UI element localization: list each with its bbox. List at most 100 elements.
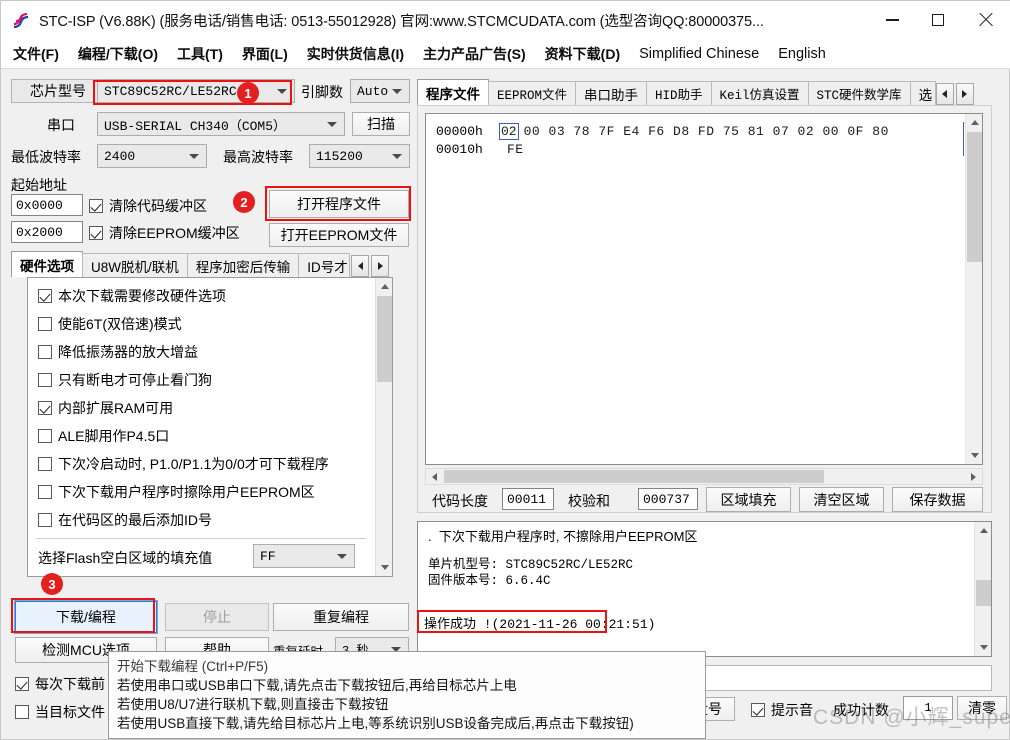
clear-area-button[interactable]: 清空区域 bbox=[799, 487, 884, 512]
open-program-file-button[interactable]: 打开程序文件 bbox=[269, 190, 409, 218]
chevron-up-icon bbox=[971, 120, 979, 125]
chevron-down-icon bbox=[277, 89, 287, 94]
save-data-button[interactable]: 保存数据 bbox=[892, 487, 983, 512]
scroll-right-button[interactable] bbox=[965, 469, 982, 484]
checkbox-icon bbox=[38, 513, 52, 527]
scroll-down-button[interactable] bbox=[376, 559, 393, 576]
right-tab-prev-button[interactable] bbox=[936, 83, 954, 105]
option-row[interactable]: 只有断电才可停止看门狗 bbox=[38, 370, 212, 390]
menu-product-ads[interactable]: 主力产品广告(S) bbox=[423, 44, 526, 64]
menu-tools[interactable]: 工具(T) bbox=[177, 44, 223, 64]
tab-keil-sim-settings[interactable]: Keil仿真设置 bbox=[711, 81, 809, 105]
hardware-options-list[interactable]: 本次下载需要修改硬件选项 使能6T(双倍速)模式 降低振荡器的放大增益 只有断电… bbox=[27, 277, 393, 577]
program-file-group: 00000h 02 00 03 78 7F E4 F6 D8 FD 75 81 … bbox=[417, 105, 992, 513]
option-row[interactable]: 内部扩展RAM可用 bbox=[38, 398, 173, 418]
code-address-input[interactable]: 0x0000 bbox=[11, 194, 83, 216]
menu-english[interactable]: English bbox=[778, 46, 826, 62]
chevron-right-icon bbox=[962, 90, 967, 98]
checkbox-icon bbox=[38, 373, 52, 387]
scroll-left-button[interactable] bbox=[426, 469, 443, 484]
tab-program-file[interactable]: 程序文件 bbox=[417, 79, 489, 105]
chip-model-combo[interactable]: STC89C52RC/LE52RC bbox=[97, 79, 295, 103]
tab-hid-assistant[interactable]: HID助手 bbox=[646, 81, 712, 105]
scroll-up-button[interactable] bbox=[975, 522, 992, 539]
scroll-down-button[interactable] bbox=[975, 639, 992, 656]
maximize-button[interactable] bbox=[915, 1, 961, 39]
status-text-field[interactable] bbox=[693, 665, 992, 691]
scroll-up-button[interactable] bbox=[376, 278, 393, 295]
option-row[interactable]: 降低振荡器的放大增益 bbox=[38, 342, 198, 362]
min-baud-combo[interactable]: 2400 bbox=[97, 144, 207, 168]
max-baud-value: 115200 bbox=[316, 149, 363, 164]
menu-file[interactable]: 文件(F) bbox=[13, 44, 59, 64]
log-output[interactable]: . 下次下载用户程序时, 不擦除用户EEPROM区 单片机型号: STC89C5… bbox=[417, 521, 992, 657]
hex-selected-byte[interactable]: 02 bbox=[499, 123, 519, 140]
tab-encrypted-transfer[interactable]: 程序加密后传输 bbox=[187, 253, 300, 277]
menu-supply-info[interactable]: 实时供货信息(I) bbox=[307, 44, 404, 64]
menu-simplified-chinese[interactable]: Simplified Chinese bbox=[639, 46, 759, 62]
menu-interface[interactable]: 界面(L) bbox=[242, 44, 288, 64]
log-line-firmware-version: 固件版本号: 6.6.4C bbox=[428, 574, 551, 588]
right-tab-next-button[interactable] bbox=[956, 83, 974, 105]
clear-eeprom-buffer-checkbox[interactable]: 清除EEPROM缓冲区 bbox=[89, 223, 240, 243]
flash-fill-combo[interactable]: FF bbox=[253, 544, 355, 568]
open-eeprom-file-button[interactable]: 打开EEPROM文件 bbox=[269, 223, 409, 247]
before-each-download-checkbox[interactable]: 每次下载前 bbox=[15, 674, 105, 694]
hex-address: 00000h bbox=[426, 124, 500, 139]
max-baud-combo[interactable]: 115200 bbox=[309, 144, 410, 168]
tab-more[interactable]: 选 bbox=[910, 81, 936, 105]
checkbox-icon bbox=[15, 705, 29, 719]
tab-serial-assistant[interactable]: 串口助手 bbox=[575, 81, 647, 105]
hex-viewer[interactable]: 00000h 02 00 03 78 7F E4 F6 D8 FD 75 81 … bbox=[425, 113, 983, 465]
tab-prev-arrow-button[interactable] bbox=[351, 255, 369, 277]
scan-button[interactable]: 扫描 bbox=[352, 112, 410, 136]
tab-eeprom-file[interactable]: EEPROM文件 bbox=[488, 81, 576, 105]
download-program-button[interactable]: 下载/编程 bbox=[15, 601, 157, 633]
pin-count-combo[interactable]: Auto bbox=[350, 79, 410, 103]
serial-port-combo[interactable]: USB-SERIAL CH340（COM5） bbox=[97, 112, 345, 136]
option-row[interactable]: ALE脚用作P4.5口 bbox=[38, 426, 169, 446]
chevron-down-icon bbox=[392, 154, 402, 159]
eeprom-address-input[interactable]: 0x2000 bbox=[11, 221, 83, 243]
tab-u8w[interactable]: U8W脱机/联机 bbox=[82, 253, 188, 277]
tab-next-arrow-button[interactable] bbox=[371, 255, 389, 277]
hex-horizontal-scrollbar[interactable] bbox=[425, 468, 983, 485]
menu-downloads[interactable]: 资料下载(D) bbox=[545, 44, 620, 64]
tab-id-number[interactable]: ID号才 bbox=[298, 253, 350, 277]
tooltip-line: 若使用U8/U7进行联机下载,则直接击下载按钮 bbox=[117, 695, 697, 714]
option-row[interactable]: 使能6T(双倍速)模式 bbox=[38, 314, 182, 334]
tab-hardware-options[interactable]: 硬件选项 bbox=[11, 251, 83, 277]
options-scrollbar[interactable] bbox=[375, 278, 392, 576]
beep-checkbox[interactable]: 提示音 bbox=[751, 700, 813, 720]
scrollbar-thumb[interactable] bbox=[976, 580, 991, 606]
repeat-program-button[interactable]: 重复编程 bbox=[273, 603, 409, 631]
close-button[interactable] bbox=[961, 1, 1010, 39]
chevron-right-icon bbox=[378, 262, 383, 270]
scrollbar-thumb[interactable] bbox=[967, 132, 982, 262]
csdn-watermark: CSDN @小辉_super bbox=[813, 701, 1010, 731]
beep-label: 提示音 bbox=[771, 700, 813, 720]
option-row[interactable]: 下次下载用户程序时擦除用户EEPROM区 bbox=[38, 482, 315, 502]
tab-stc-math-library[interactable]: STC硬件数学库 bbox=[808, 81, 911, 105]
scroll-up-button[interactable] bbox=[966, 114, 983, 131]
log-scrollbar[interactable] bbox=[974, 522, 991, 656]
option-label: 内部扩展RAM可用 bbox=[58, 398, 173, 418]
tooltip-line: 若使用USB直接下载,请先给目标芯片上电,等系统识别USB设备完成后,再点击下载… bbox=[117, 714, 697, 733]
hex-vertical-scrollbar[interactable] bbox=[965, 114, 982, 464]
option-row[interactable]: 在代码区的最后添加ID号 bbox=[38, 510, 212, 530]
option-row[interactable]: 下次冷启动时, P1.0/P1.1为0/0才可下载程序 bbox=[38, 454, 329, 474]
option-row[interactable]: 本次下载需要修改硬件选项 bbox=[38, 286, 226, 306]
area-fill-button[interactable]: 区域填充 bbox=[706, 487, 791, 512]
scrollbar-thumb[interactable] bbox=[377, 296, 392, 382]
target-file-changed-checkbox[interactable]: 当目标文件 bbox=[15, 702, 105, 722]
chevron-down-icon bbox=[189, 154, 199, 159]
option-label: 降低振荡器的放大增益 bbox=[58, 342, 198, 362]
scroll-down-button[interactable] bbox=[966, 447, 983, 464]
chevron-right-icon bbox=[971, 473, 976, 481]
minimize-button[interactable] bbox=[869, 1, 915, 39]
right-tab-strip: 程序文件 EEPROM文件 串口助手 HID助手 Keil仿真设置 STC硬件数… bbox=[417, 79, 1005, 105]
flash-fill-label: 选择Flash空白区域的填充值 bbox=[38, 548, 212, 568]
clear-code-buffer-checkbox[interactable]: 清除代码缓冲区 bbox=[89, 196, 207, 216]
menu-program-download[interactable]: 编程/下载(O) bbox=[78, 44, 158, 64]
scrollbar-thumb[interactable] bbox=[444, 470, 824, 483]
